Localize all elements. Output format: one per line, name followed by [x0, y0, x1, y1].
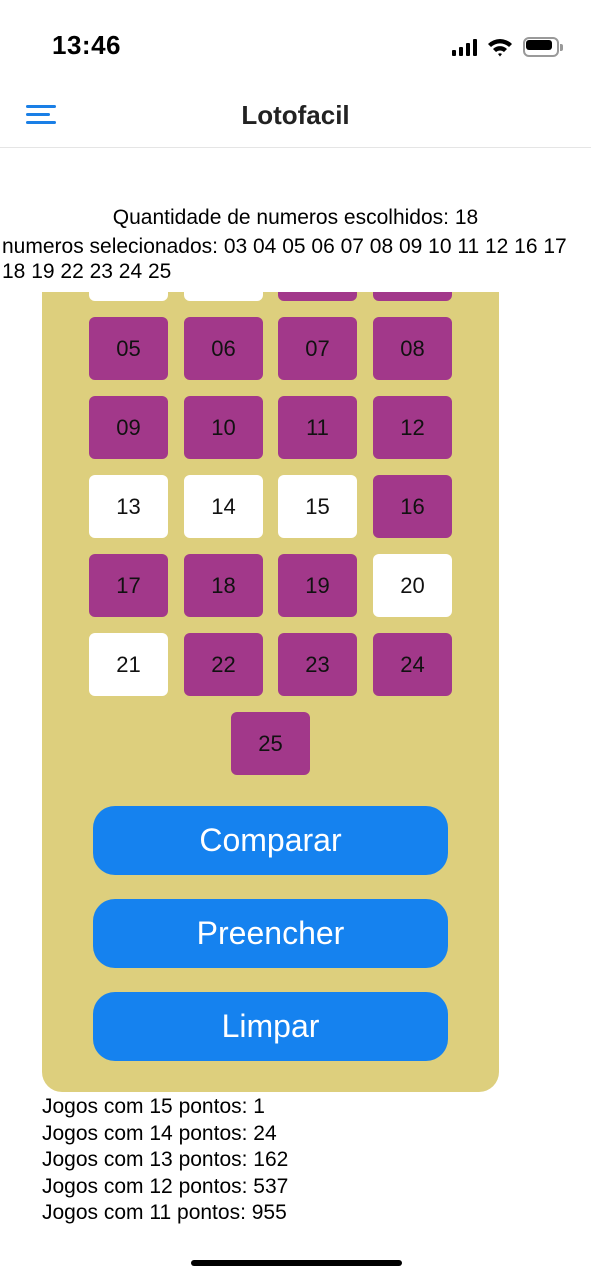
result-line: Jogos com 12 pontos: 537: [42, 1174, 289, 1198]
status-time: 13:46: [52, 30, 121, 60]
battery-icon: [523, 37, 563, 57]
compare-button[interactable]: Comparar: [93, 806, 448, 875]
wifi-icon: [488, 39, 512, 57]
number-cell-24[interactable]: 24: [373, 633, 452, 696]
selected-quantity: Quantidade de numeros escolhidos: 18: [112, 206, 479, 229]
number-cell-20[interactable]: 20: [373, 554, 452, 617]
result-line: Jogos com 15 pontos: 1: [42, 1095, 265, 1118]
page-title: Lotofacil: [241, 100, 350, 130]
results-list: Jogos com 15 pontos: 1 Jogos com 14 ponto…: [42, 1094, 288, 1227]
number-cell-21[interactable]: 21: [89, 633, 168, 696]
number-cell-09[interactable]: 09: [89, 396, 168, 459]
number-cell-14[interactable]: 14: [184, 475, 263, 538]
number-cell-22[interactable]: 22: [184, 633, 263, 696]
number-cell-08[interactable]: 08: [373, 317, 452, 380]
selected-numbers-label: numeros selecionados:: [2, 235, 218, 258]
status-icons: [452, 36, 563, 58]
result-line: Jogos com 11 pontos: 955: [42, 1201, 287, 1224]
home-indicator: [191, 1260, 402, 1266]
number-cell-05[interactable]: 05: [89, 317, 168, 380]
navigation-bar: Lotofacil: [0, 90, 591, 148]
number-cell-25[interactable]: 25: [231, 712, 310, 775]
number-cell-11[interactable]: 11: [278, 396, 357, 459]
number-cell-13[interactable]: 13: [89, 475, 168, 538]
number-cell-12[interactable]: 12: [373, 396, 452, 459]
number-cell-16[interactable]: 16: [373, 475, 452, 538]
number-cell-07[interactable]: 07: [278, 317, 357, 380]
selected-numbers-line: numeros selecionados: 03 04 05 06 07 08 …: [2, 234, 587, 284]
number-cell-19[interactable]: 19: [278, 554, 357, 617]
fill-button[interactable]: Preencher: [93, 899, 448, 968]
selection-summary: Quantidade de numeros escolhidos: 18 num…: [0, 204, 591, 292]
number-cell-15[interactable]: 15: [278, 475, 357, 538]
status-bar: 13:46: [0, 0, 591, 90]
number-cell-06[interactable]: 06: [184, 317, 263, 380]
result-line: Jogos com 14 pontos: 24: [42, 1121, 277, 1145]
number-cell-23[interactable]: 23: [278, 633, 357, 696]
number-cell-18[interactable]: 18: [184, 554, 263, 617]
number-cell-10[interactable]: 10: [184, 396, 263, 459]
number-cell-17[interactable]: 17: [89, 554, 168, 617]
clear-button[interactable]: Limpar: [93, 992, 448, 1061]
result-line: Jogos com 13 pontos: 162: [42, 1148, 289, 1171]
cellular-signal-icon: [452, 38, 477, 56]
